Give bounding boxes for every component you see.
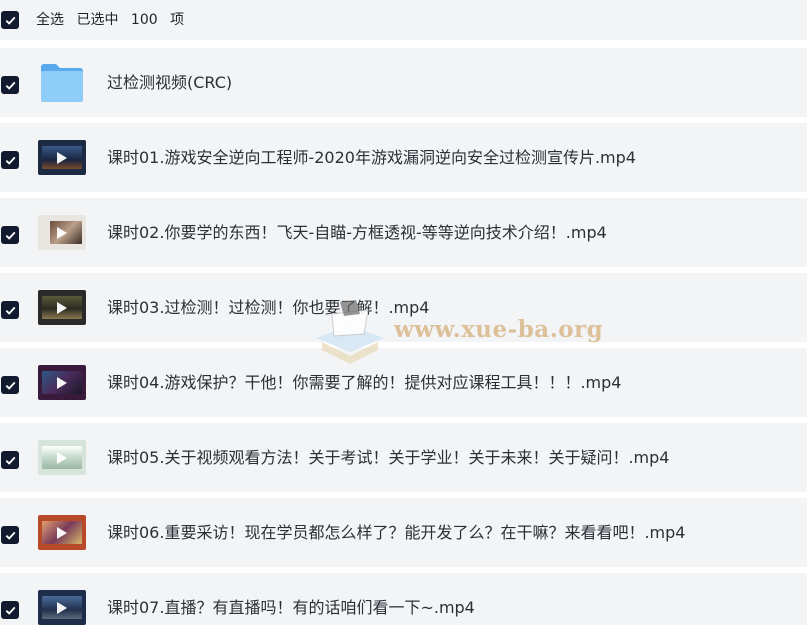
checkmark-icon <box>5 156 15 165</box>
item-checkbox[interactable] <box>1 601 19 619</box>
play-icon <box>57 526 67 539</box>
checkmark-icon <box>5 531 15 540</box>
item-name[interactable]: 课时05.关于视频观看方法！关于考试！关于学业！关于未来！关于疑问！.mp4 <box>107 447 669 469</box>
item-checkbox[interactable] <box>1 376 19 394</box>
play-icon <box>57 301 67 314</box>
item-checkbox[interactable] <box>1 301 19 319</box>
selected-count: 100 <box>130 12 158 28</box>
checkmark-icon <box>5 231 15 240</box>
selected-label: 已选中 <box>76 12 119 28</box>
list-item[interactable]: 课时05.关于视频观看方法！关于考试！关于学业！关于未来！关于疑问！.mp4 <box>0 423 807 492</box>
video-thumbnail <box>38 215 86 250</box>
item-name[interactable]: 课时01.游戏安全逆向工程师-2020年游戏漏洞逆向安全过检测宣传片.mp4 <box>107 147 636 169</box>
play-icon <box>57 226 67 239</box>
checkmark-icon <box>5 81 15 90</box>
play-icon <box>57 376 67 389</box>
play-icon <box>57 151 67 164</box>
checkmark-icon <box>5 456 15 465</box>
checkmark-icon <box>5 306 15 315</box>
select-all-checkbox[interactable] <box>1 11 19 29</box>
video-thumbnail <box>38 140 86 175</box>
checkmark-icon <box>5 381 15 390</box>
play-icon <box>57 451 67 464</box>
select-all-label[interactable]: 全选 <box>36 12 64 28</box>
list-item[interactable]: 课时06.重要采访！现在学员都怎么样了？能开发了么？在干嘛？来看看吧！.mp4 <box>0 498 807 567</box>
video-thumbnail <box>38 440 86 475</box>
checkmark-icon <box>5 16 15 25</box>
list-item[interactable]: 课时04.游戏保护？干他！你需要了解的！提供对应课程工具！！！.mp4 <box>0 348 807 417</box>
item-name[interactable]: 课时03.过检测！过检测！你也要了解！.mp4 <box>107 297 429 319</box>
item-name[interactable]: 过检测视频(CRC) <box>107 72 232 94</box>
video-thumbnail <box>38 590 86 625</box>
item-name[interactable]: 课时02.你要学的东西！飞天-自瞄-方框透视-等等逆向技术介绍！.mp4 <box>107 222 607 244</box>
list-item[interactable]: 课时01.游戏安全逆向工程师-2020年游戏漏洞逆向安全过检测宣传片.mp4 <box>0 123 807 192</box>
list-item[interactable]: 课时07.直播？有直播吗！有的话咱们看一下~.mp4 <box>0 573 807 625</box>
item-name[interactable]: 课时07.直播？有直播吗！有的话咱们看一下~.mp4 <box>107 597 475 619</box>
item-checkbox[interactable] <box>1 526 19 544</box>
selection-header: 全选 已选中 100 项 <box>0 0 807 40</box>
count-unit: 项 <box>170 12 185 28</box>
play-icon <box>57 601 67 614</box>
checkmark-icon <box>5 606 15 615</box>
watermark-text: www.xue-ba.org <box>394 316 604 343</box>
list-item[interactable]: 过检测视频(CRC) <box>0 48 807 117</box>
list-item[interactable]: 课时02.你要学的东西！飞天-自瞄-方框透视-等等逆向技术介绍！.mp4 <box>0 198 807 267</box>
item-checkbox[interactable] <box>1 226 19 244</box>
item-checkbox[interactable] <box>1 151 19 169</box>
item-name[interactable]: 课时04.游戏保护？干他！你需要了解的！提供对应课程工具！！！.mp4 <box>107 372 621 394</box>
video-thumbnail <box>38 515 86 550</box>
folder-icon <box>41 64 83 102</box>
video-thumbnail <box>38 365 86 400</box>
video-thumbnail <box>38 290 86 325</box>
item-checkbox[interactable] <box>1 76 19 94</box>
selection-summary: 全选 已选中 100 项 <box>36 11 192 29</box>
file-list-page: 全选 已选中 100 项 过检测视频(CRC) 课时01.游戏安全逆向工程师-2… <box>0 0 807 625</box>
item-checkbox[interactable] <box>1 451 19 469</box>
item-name[interactable]: 课时06.重要采访！现在学员都怎么样了？能开发了么？在干嘛？来看看吧！.mp4 <box>107 522 685 544</box>
